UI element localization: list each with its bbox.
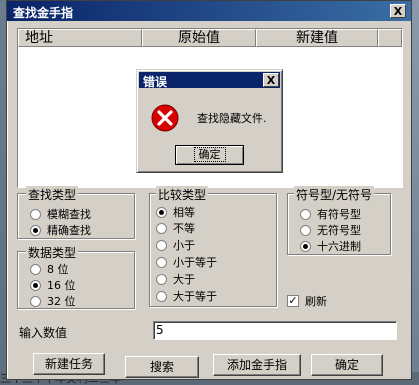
radio-button[interactable] (30, 279, 41, 291)
radio-signed[interactable]: 有符号型 (300, 206, 361, 222)
radio-button[interactable] (30, 263, 41, 275)
radio-button[interactable] (30, 224, 41, 236)
radio-button[interactable] (156, 290, 167, 302)
search-button[interactable]: 搜索 (125, 356, 199, 378)
radio-button[interactable] (156, 273, 167, 285)
radio-unsigned[interactable]: 无符号型 (300, 222, 361, 238)
search-type-title: 查找类型 (26, 186, 79, 203)
radio-button[interactable] (300, 208, 311, 220)
close-button[interactable]: X (390, 4, 406, 18)
radio-16-bit[interactable]: 16 位 (30, 277, 76, 293)
radio-greater-equal[interactable]: 大于等于 (156, 288, 217, 304)
radio-button[interactable] (300, 240, 311, 252)
window-title: 查找金手指 (13, 6, 74, 20)
value-input[interactable]: 5 (153, 321, 397, 340)
column-header-extra[interactable] (378, 29, 402, 47)
compare-type-title: 比较类型 (156, 186, 209, 203)
radio-button[interactable] (156, 256, 167, 268)
radio-less-equal[interactable]: 小于等于 (156, 254, 217, 270)
confirm-button[interactable]: 确定 (311, 354, 383, 376)
data-type-group: 数据类型 8 位 16 位 32 位 (17, 244, 135, 309)
error-title: 错误 (143, 75, 168, 89)
refresh-checkbox[interactable]: ✓ 刷新 (287, 293, 327, 309)
column-header-new-value[interactable]: 新建值 (256, 29, 378, 47)
radio-greater-than[interactable]: 大于 (156, 271, 195, 287)
radio-8-bit[interactable]: 8 位 (30, 261, 69, 277)
cheat-search-window: 查找金手指 X 地址 原始值 新建值 查找类型 模糊查找 精确查找 数据类型 8… (6, 0, 412, 380)
radio-fuzzy-search[interactable]: 模糊查找 (30, 206, 91, 222)
radio-button[interactable] (156, 206, 167, 218)
radio-button[interactable] (30, 208, 41, 220)
compare-type-group: 比较类型 相等 不等 小于 小于等于 大于 大于等于 (149, 186, 277, 307)
radio-exact-search[interactable]: 精确查找 (30, 222, 91, 238)
checkbox-box[interactable]: ✓ (287, 295, 299, 307)
radio-equal[interactable]: 相等 (156, 204, 195, 220)
error-message: 查找隐藏文件. (197, 112, 267, 125)
error-ok-button[interactable]: 确定 (175, 145, 244, 165)
sign-type-title: 符号型/无符号 (294, 186, 375, 203)
error-icon (151, 104, 179, 132)
add-cheat-button[interactable]: 添加金手指 (213, 354, 301, 376)
radio-button[interactable] (300, 224, 311, 236)
error-close-button[interactable]: X (263, 73, 279, 87)
error-title-bar[interactable]: 错误 X (139, 72, 280, 89)
column-header-address[interactable]: 地址 (18, 29, 142, 47)
radio-button[interactable] (156, 239, 167, 251)
radio-less-than[interactable]: 小于 (156, 237, 195, 253)
column-header-original-value[interactable]: 原始值 (142, 29, 256, 47)
radio-32-bit[interactable]: 32 位 (30, 293, 76, 309)
input-value-label: 输入数值 (19, 326, 68, 340)
search-type-group: 查找类型 模糊查找 精确查找 (17, 186, 135, 239)
data-type-title: 数据类型 (26, 244, 79, 261)
radio-button[interactable] (156, 222, 167, 234)
radio-button[interactable] (30, 295, 41, 307)
error-dialog: 错误 X 查找隐藏文件. 确定 (136, 69, 283, 173)
radio-not-equal[interactable]: 不等 (156, 220, 195, 236)
radio-hexadecimal[interactable]: 十六进制 (300, 238, 361, 254)
sign-type-group: 符号型/无符号 有符号型 无符号型 十六进制 (287, 186, 391, 255)
new-task-button[interactable]: 新建任务 (33, 353, 105, 375)
error-ok-label: 确定 (193, 147, 226, 162)
title-bar[interactable]: 查找金手指 X (7, 1, 411, 21)
